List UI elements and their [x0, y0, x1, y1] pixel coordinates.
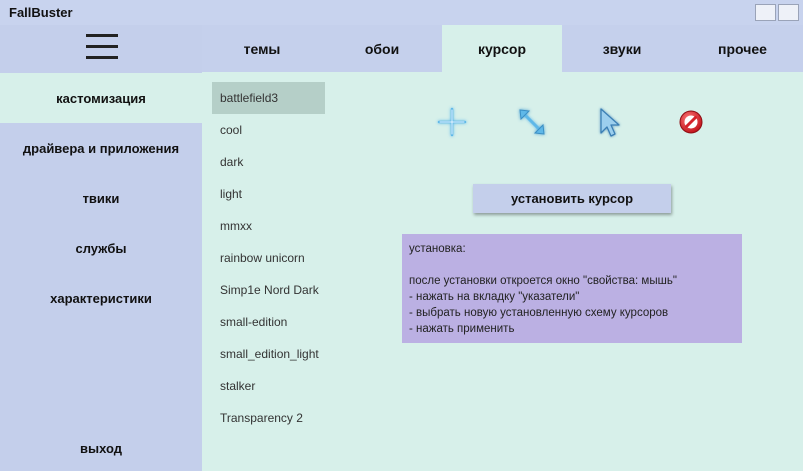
minimize-button[interactable] — [755, 4, 776, 21]
exit-button[interactable]: выход — [0, 423, 202, 471]
hamburger-menu-button[interactable] — [0, 25, 202, 72]
unavailable-cursor-icon — [674, 105, 708, 139]
instructions-line: - нажать применить — [409, 323, 515, 335]
list-item[interactable]: small-edition — [212, 306, 325, 338]
tab-other[interactable]: прочее — [682, 25, 803, 72]
list-item[interactable]: Simp1e Nord Dark — [212, 274, 325, 306]
list-item[interactable]: light — [212, 178, 325, 210]
cursor-panel: battlefield3 cool dark light mmxx rainbo… — [202, 72, 803, 471]
list-item[interactable]: small_edition_light — [212, 338, 325, 370]
app-title: FallBuster — [9, 5, 73, 20]
instructions-line: - выбрать новую установленную схему курс… — [409, 307, 669, 319]
hamburger-icon — [86, 56, 118, 59]
instructions-heading: установка: — [409, 243, 466, 255]
sidebar-item-customization[interactable]: кастомизация — [0, 73, 202, 123]
instructions-line: после установки откроется окно "свойства… — [409, 275, 677, 287]
sidebar-item-services[interactable]: службы — [0, 223, 202, 273]
list-item[interactable]: rainbow unicorn — [212, 242, 325, 274]
resize-diagonal-cursor-icon — [515, 105, 549, 139]
sidebar-item-specs[interactable]: характеристики — [0, 273, 202, 323]
tab-sounds[interactable]: звуки — [562, 25, 682, 72]
list-item[interactable]: cool — [212, 114, 325, 146]
list-item[interactable]: Transparency 2 — [212, 402, 325, 434]
crosshair-cursor-icon — [435, 105, 469, 139]
maximize-button[interactable] — [778, 4, 799, 21]
tab-cursor[interactable]: курсор — [442, 25, 562, 72]
top-tabs: темы обои курсор звуки прочее — [202, 25, 803, 72]
title-bar: FallBuster — [0, 0, 803, 25]
hamburger-icon — [86, 45, 118, 48]
sidebar: кастомизация драйвера и приложения твики… — [0, 72, 202, 471]
list-item[interactable]: battlefield3 — [212, 82, 325, 114]
list-item[interactable]: mmxx — [212, 210, 325, 242]
sidebar-item-drivers-apps[interactable]: драйвера и приложения — [0, 123, 202, 173]
arrow-pointer-cursor-icon — [592, 105, 626, 139]
tab-wallpapers[interactable]: обои — [322, 25, 442, 72]
tab-themes[interactable]: темы — [202, 25, 322, 72]
hamburger-icon — [86, 34, 118, 37]
install-cursor-button[interactable]: установить курсор — [473, 184, 671, 213]
sidebar-item-tweaks[interactable]: твики — [0, 173, 202, 223]
list-item[interactable]: stalker — [212, 370, 325, 402]
list-item[interactable]: dark — [212, 146, 325, 178]
instructions-line: - нажать на вкладку "указатели" — [409, 291, 580, 303]
installation-instructions: установка: после установки откроется окн… — [402, 234, 742, 343]
